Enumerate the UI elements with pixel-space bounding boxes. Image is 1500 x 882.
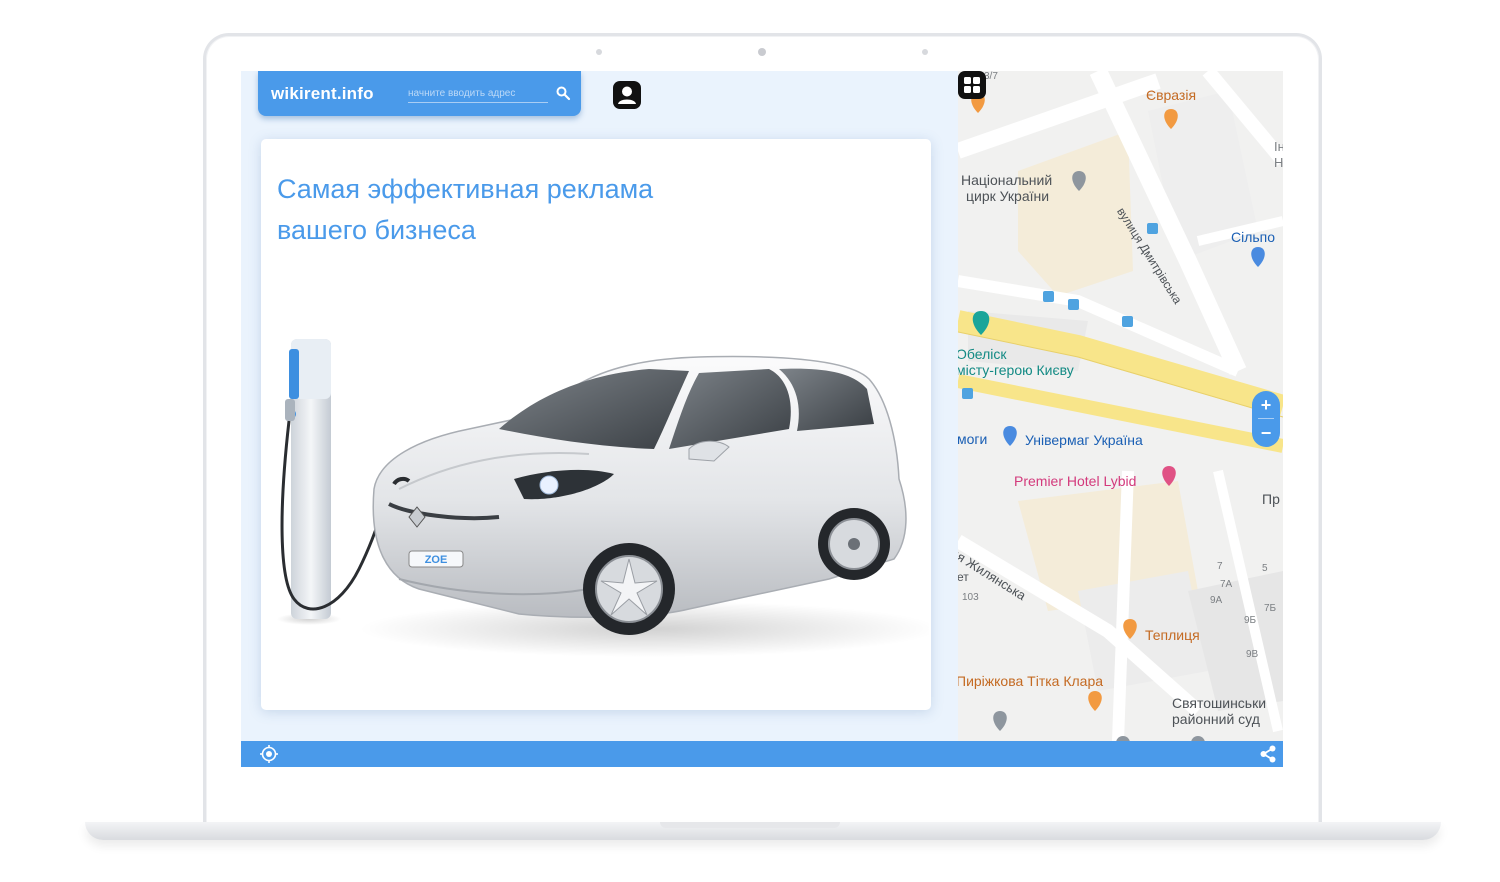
map-label-103: 103 (962, 592, 979, 603)
map-label-9b: 9Б (1244, 615, 1257, 626)
map-label-mogy: моги (958, 431, 988, 447)
camera-dot-right (922, 49, 928, 55)
grid-icon[interactable] (958, 71, 986, 99)
map-label-7a: 7А (1220, 579, 1233, 590)
laptop-notch (660, 822, 840, 828)
map-label-n: Н (1274, 155, 1283, 170)
map-label-teplytsia: Теплиця (1145, 627, 1200, 643)
map-label-obelisk-2: місту-герою Києву (958, 362, 1074, 378)
user-icon[interactable] (613, 81, 641, 109)
ad-card[interactable]: Самая эффективная реклама вашего бизнеса (261, 139, 931, 710)
map-label-7b: 7Б (1264, 603, 1277, 614)
map-label-7: 7 (1217, 561, 1223, 572)
map-label-9v: 9В (1246, 649, 1259, 660)
map-label-circus-2: цирк України (966, 188, 1050, 204)
map-label-pr: Пр (1262, 491, 1280, 507)
zoom-in-button[interactable]: + (1252, 391, 1280, 419)
map-label-house: 3/7 (984, 71, 998, 82)
app-screen: wikirent.info Самая эффективная реклама … (241, 71, 1283, 767)
car: ZOE (359, 355, 929, 657)
search-bar: wikirent.info (258, 71, 581, 116)
map-label-silpo: Сільпо (1231, 229, 1276, 245)
locate-icon[interactable] (260, 745, 278, 763)
map-label-et: ет (958, 570, 969, 584)
map-label-obelisk-1: Обеліск (958, 346, 1007, 362)
ad-title: Самая эффективная реклама вашего бизнеса (277, 169, 737, 251)
car-badge: ZOE (425, 554, 448, 566)
map-view[interactable]: 3/7 Євразія Національний цирк України ву… (958, 71, 1283, 741)
map-label-9a: 9А (1210, 595, 1223, 606)
camera-icon (758, 48, 766, 56)
map-label-evrazia: Євразія (1146, 87, 1197, 103)
map-label-5: 5 (1262, 563, 1268, 574)
zoom-control: + − (1252, 391, 1280, 447)
zoom-out-button[interactable]: − (1252, 419, 1280, 447)
map-label-pyrizhkova: Пиріжкова Тітка Клара (958, 673, 1104, 689)
map-label-hotel: Premier Hotel Lybid (1014, 473, 1137, 489)
map-label-court-1: Святошинськи (1172, 695, 1267, 711)
map-label-in: Ін (1274, 139, 1283, 154)
ad-title-line1: Самая эффективная реклама (277, 174, 654, 204)
ad-title-line2: вашего бизнеса (277, 215, 476, 245)
map-label-circus-1: Національний (961, 172, 1053, 188)
map-label-univermag: Універмаг Україна (1025, 432, 1143, 448)
share-icon[interactable] (1259, 745, 1277, 763)
electric-car-image: ZOE (277, 339, 929, 657)
brand-logo[interactable]: wikirent.info (271, 84, 374, 104)
footer-bar (241, 741, 1283, 767)
camera-dot-left (596, 49, 602, 55)
search-input[interactable] (408, 85, 548, 103)
map-label-court-2: районний суд (1172, 711, 1260, 727)
search-icon[interactable] (555, 85, 571, 101)
